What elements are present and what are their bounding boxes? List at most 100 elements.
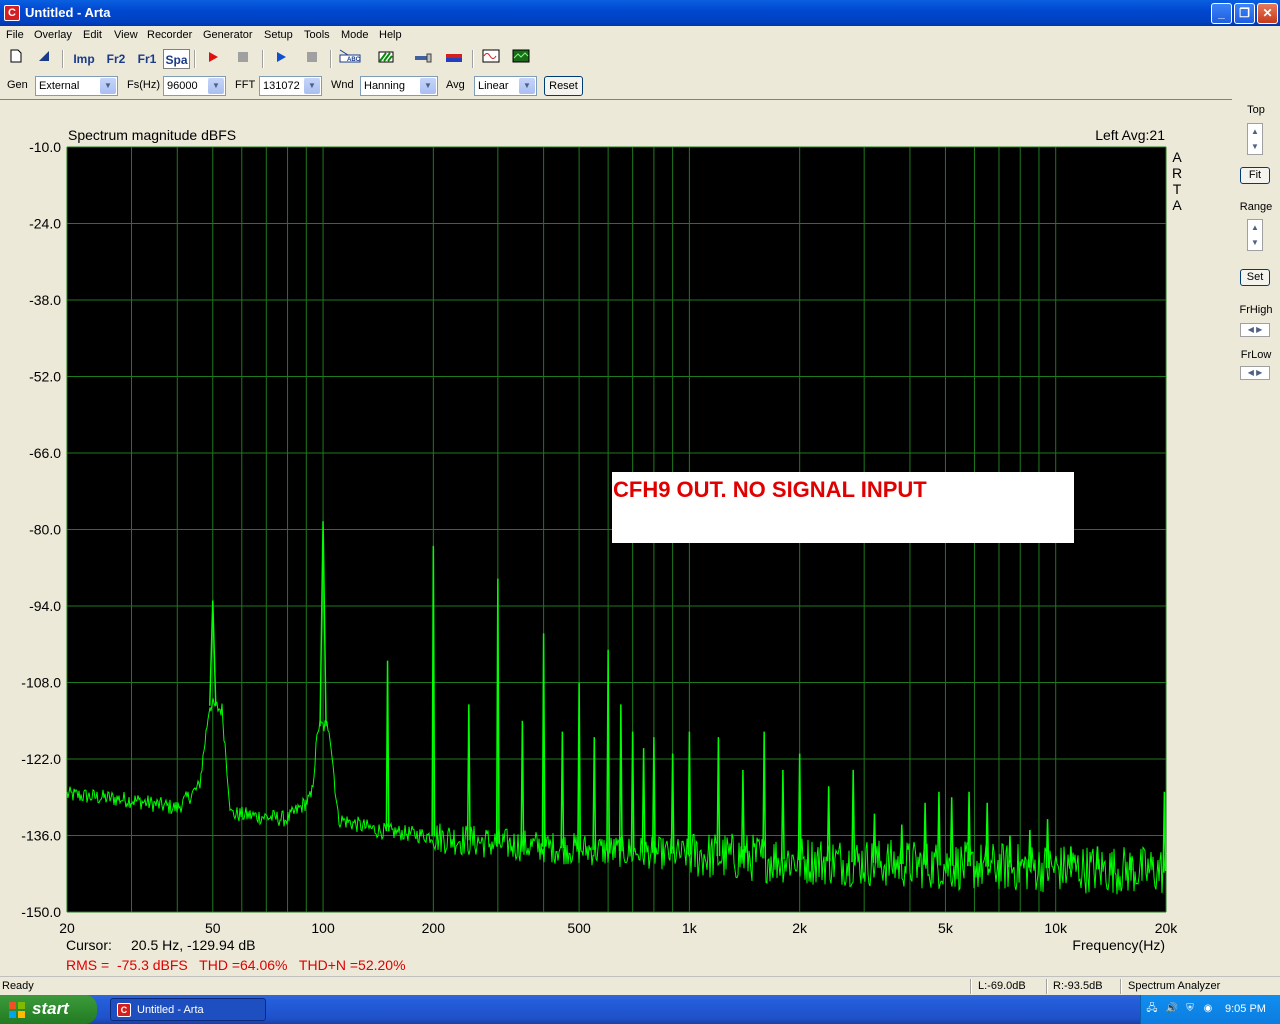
averaging-select[interactable]: Linear ▼	[474, 76, 537, 96]
generator-value: External	[39, 80, 80, 92]
x-tick-label: 100	[311, 920, 335, 936]
set-button[interactable]: Set	[1240, 269, 1270, 286]
taskbar-item-arta[interactable]: C Untitled - Arta	[110, 998, 266, 1021]
sample-rate-select[interactable]: 96000 ▼	[163, 76, 226, 96]
fft-label: FFT	[235, 79, 256, 91]
menu-tools[interactable]: Tools	[304, 29, 330, 41]
x-tick-label: 1k	[682, 920, 698, 936]
minimize-button[interactable]: _	[1211, 3, 1232, 24]
range-spinner[interactable]: ▲ ▼	[1247, 219, 1263, 251]
freq-response-1-button[interactable]: Fr1	[134, 49, 160, 69]
gen-label: Gen	[7, 79, 28, 91]
status-text: Ready	[2, 980, 34, 992]
left-level: L:-69.0dB	[978, 980, 1026, 992]
spectrum-chart[interactable]: Spectrum magnitude dBFS Left Avg:21 -10.…	[0, 100, 1232, 976]
y-tick-label: -80.0	[29, 522, 61, 538]
x-tick-label: 20	[59, 920, 75, 936]
security-shield-icon[interactable]: ⛨	[1183, 1002, 1197, 1016]
menu-overlay[interactable]: Overlay	[34, 29, 72, 41]
right-level: R:-93.5dB	[1053, 980, 1103, 992]
taskbar-item-label: Untitled - Arta	[137, 1004, 204, 1016]
stop-icon[interactable]	[301, 49, 323, 69]
arta-letter: A	[1172, 149, 1182, 165]
y-tick-label: -10.0	[29, 139, 61, 155]
fit-button[interactable]: Fit	[1240, 167, 1270, 184]
chevron-down-icon: ▼	[208, 78, 224, 94]
chevron-down-icon: ▼	[100, 78, 116, 94]
parameters-bar: Gen External ▼ Fs(Hz) 96000 ▼ FFT 131072…	[0, 73, 1280, 99]
x-tick-label: 10k	[1044, 920, 1068, 936]
y-tick-label: -150.0	[21, 904, 61, 920]
start-label: start	[32, 999, 69, 1018]
start-button[interactable]: start	[0, 995, 97, 1024]
top-label: Top	[1247, 104, 1265, 116]
chevron-down-icon: ▼	[420, 78, 436, 94]
freq-response-2-button[interactable]: Fr2	[103, 49, 129, 69]
close-button[interactable]: ✕	[1257, 3, 1278, 24]
x-axis-label: Frequency(Hz)	[1072, 937, 1165, 953]
level-meter-icon[interactable]	[443, 49, 465, 69]
impulse-mode-button[interactable]: Imp	[71, 49, 97, 69]
sample-rate-value: 96000	[167, 80, 198, 92]
window-title: Untitled - Arta	[25, 5, 111, 20]
generator-select[interactable]: External ▼	[35, 76, 118, 96]
volume-icon[interactable]: 🔊	[1165, 1002, 1179, 1016]
app-icon[interactable]: C	[4, 5, 20, 21]
y-tick-label: -136.0	[21, 828, 61, 844]
y-axis: -10.0 -24.0 -38.0 -52.0 -66.0 -80.0 -94.0 -108.…	[21, 139, 61, 920]
reset-button[interactable]: Reset	[544, 76, 583, 96]
scale-control-panel: Top ▲ ▼ Fit Range ▲ ▼ Set FrHigh ◀ ▶ FrLow…	[1232, 99, 1280, 975]
maximize-button[interactable]: ❐	[1234, 3, 1255, 24]
menu-view[interactable]: View	[114, 29, 138, 41]
frlow-spinner[interactable]: ◀ ▶	[1240, 366, 1270, 380]
menu-recorder[interactable]: Recorder	[147, 29, 192, 41]
app-icon: C	[117, 1003, 131, 1017]
x-tick-label: 500	[567, 920, 591, 936]
frhigh-label: FrHigh	[1239, 304, 1273, 316]
fs-label: Fs(Hz)	[127, 79, 160, 91]
x-tick-label: 5k	[938, 920, 954, 936]
record-icon[interactable]	[202, 49, 224, 69]
x-tick-label: 200	[422, 920, 446, 936]
taskbar: start C Untitled - Arta 🖧 🔊 ⛨ ◉ 9:05 PM	[0, 995, 1280, 1024]
window-label: Wnd	[331, 79, 354, 91]
menu-setup[interactable]: Setup	[264, 29, 293, 41]
play-icon[interactable]	[270, 49, 292, 69]
menu-help[interactable]: Help	[379, 29, 402, 41]
window-select[interactable]: Hanning ▼	[360, 76, 438, 96]
network-icon[interactable]: 🖧	[1145, 1002, 1159, 1016]
signal-generator-icon[interactable]	[480, 49, 502, 69]
spectrum-view-icon[interactable]	[510, 49, 532, 69]
menu-file[interactable]: File	[6, 29, 24, 41]
plot-area: Spectrum magnitude dBFS Left Avg:21 -10.…	[0, 99, 1232, 975]
new-file-icon[interactable]	[5, 49, 27, 69]
title-bar: C Untitled - Arta _ ❐ ✕	[0, 0, 1280, 26]
y-tick-label: -38.0	[29, 292, 61, 308]
channel-info: Left Avg:21	[1095, 127, 1165, 143]
svg-text:ABC: ABC	[347, 57, 361, 63]
annotation-text: CFH9 OUT. NO SIGNAL INPUT	[613, 477, 927, 502]
menu-edit[interactable]: Edit	[83, 29, 102, 41]
menu-generator[interactable]: Generator	[203, 29, 253, 41]
overlay-icon[interactable]	[375, 49, 397, 69]
y-tick-label: -24.0	[29, 216, 61, 232]
y-tick-label: -66.0	[29, 445, 61, 461]
x-axis: 20 50 100 200 500 1k 2k 5k 10k 20k	[59, 920, 1178, 936]
y-tick-label: -94.0	[29, 598, 61, 614]
antivirus-icon[interactable]: ◉	[1201, 1002, 1215, 1016]
rms-thd-readout: RMS = -75.3 dBFS THD =64.06% THD+N =52.2…	[66, 957, 406, 973]
toolbar: Imp Fr2 Fr1 Spa ABC	[0, 46, 1280, 72]
frhigh-spinner[interactable]: ◀ ▶	[1240, 323, 1270, 337]
windows-logo-icon	[8, 1001, 26, 1019]
top-spinner[interactable]: ▲ ▼	[1247, 123, 1263, 155]
spectrum-mode-button[interactable]: Spa	[163, 49, 190, 69]
menu-mode[interactable]: Mode	[341, 29, 369, 41]
fft-size-select[interactable]: 131072 ▼	[259, 76, 322, 96]
fft-size-value: 131072	[263, 80, 300, 92]
stop-record-icon[interactable]	[232, 49, 254, 69]
label-abc-icon[interactable]: ABC	[338, 49, 362, 69]
open-icon[interactable]	[33, 49, 55, 69]
arta-side-label: ARTA	[1172, 149, 1182, 213]
calibrate-icon[interactable]	[412, 49, 434, 69]
frlow-label: FrLow	[1240, 349, 1272, 361]
